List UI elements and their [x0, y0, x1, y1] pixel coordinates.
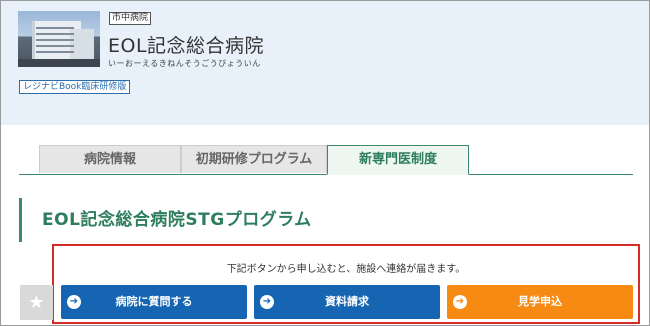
tab-initial-training[interactable]: 初期研修プログラム: [181, 145, 327, 173]
page-frame: 市中病院 EOL記念総合病院 いーおーえるきねんそうごうびょういん レジナビBo…: [0, 0, 650, 326]
arrow-right-icon: ➔: [67, 295, 81, 309]
visit-application-button[interactable]: ➔ 見学申込: [447, 285, 633, 319]
ask-hospital-button[interactable]: ➔ 病院に質問する: [61, 285, 247, 319]
tab-hospital-info[interactable]: 病院情報: [39, 145, 181, 173]
request-materials-button[interactable]: ➔ 資料請求: [254, 285, 440, 319]
tab-bar: 病院情報 初期研修プログラム 新専門医制度: [19, 145, 633, 175]
hospital-title: EOL記念総合病院: [108, 35, 265, 57]
city-hospital-tag: 市中病院: [109, 12, 152, 25]
hospital-photo: [18, 11, 100, 67]
tab-new-specialist[interactable]: 新専門医制度: [327, 145, 469, 175]
ask-hospital-label: 病院に質問する: [115, 295, 193, 308]
favorite-star-button[interactable]: ★: [20, 285, 53, 320]
visit-application-label: 見学申込: [518, 295, 562, 308]
arrow-right-icon: ➔: [453, 295, 467, 309]
arrow-right-icon: ➔: [260, 295, 274, 309]
request-notice-text: 下記ボタンから申し込むと、施設へ連絡が届きます。: [226, 264, 466, 275]
resinavi-book-tag: レジナビBook臨床研修版: [19, 80, 131, 94]
star-icon: ★: [28, 292, 45, 313]
program-title: EOL記念総合病院STGプログラム: [19, 198, 312, 242]
hospital-reading: いーおーえるきねんそうごうびょういん: [108, 59, 261, 68]
hospital-header: 市中病院 EOL記念総合病院 いーおーえるきねんそうごうびょういん レジナビBo…: [1, 1, 649, 125]
request-materials-label: 資料請求: [325, 295, 369, 308]
